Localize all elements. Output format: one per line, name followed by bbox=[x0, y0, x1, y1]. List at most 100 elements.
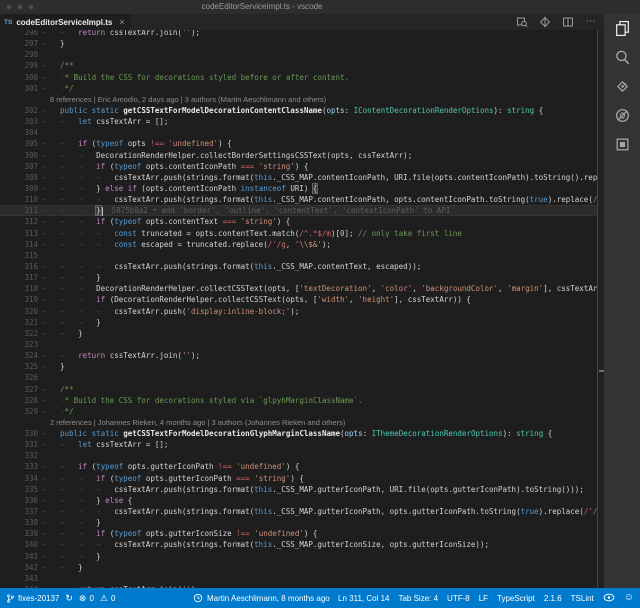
whitespace-tab-arrow: → bbox=[42, 539, 60, 550]
whitespace-tab-arrow: → bbox=[42, 528, 60, 539]
open-preview-button[interactable] bbox=[515, 15, 529, 29]
sidebar-item-explorer[interactable] bbox=[604, 14, 640, 43]
code-row[interactable]: 311→→→} 5875b0a2 • add 'border', 'outlin… bbox=[0, 205, 597, 216]
code-text: →→→→cssTextArr.push(strings.format(this.… bbox=[42, 194, 597, 205]
code-row[interactable]: 342→→} bbox=[0, 562, 597, 573]
code-row[interactable]: 308→→→→cssTextArr.push(strings.format(th… bbox=[0, 172, 597, 183]
whitespace-tab-arrow: → bbox=[60, 194, 78, 205]
code-row[interactable]: 328→·* Build the CSS for decorations sty… bbox=[0, 395, 597, 406]
code-row[interactable]: 325→} bbox=[0, 361, 597, 372]
code-row[interactable]: 327→/** bbox=[0, 384, 597, 395]
line-number: 307 bbox=[0, 161, 38, 172]
code-lines[interactable]: 296→→return cssTextArr.join('');297→}298… bbox=[0, 30, 597, 588]
language-mode-button[interactable]: TypeScript bbox=[497, 594, 535, 603]
line-number: 310 bbox=[0, 194, 38, 205]
code-row[interactable]: 297→} bbox=[0, 38, 597, 49]
code-row[interactable]: 313→→→→const truncated = opts.contentTex… bbox=[0, 228, 597, 239]
code-text: →→→} else if (opts.contentIconPath insta… bbox=[42, 183, 317, 194]
code-row[interactable]: 333→→if (typeof opts.gutterIconPath !== … bbox=[0, 461, 597, 472]
whitespace-tab-arrow: → bbox=[78, 261, 96, 272]
more-actions-button[interactable]: ⋯ bbox=[584, 15, 598, 29]
code-row[interactable]: 316→→→→cssTextArr.push(strings.format(th… bbox=[0, 261, 597, 272]
gitlens-blame-status[interactable]: Martin Aeschlimann, 8 months ago bbox=[193, 593, 330, 603]
tab-code-editor-service-impl[interactable]: TS codeEditorServiceImpl.ts × bbox=[0, 14, 131, 30]
code-row[interactable]: 309→→→} else if (opts.contentIconPath in… bbox=[0, 183, 597, 194]
code-row[interactable]: 302→public static getCSSTextForModelDeco… bbox=[0, 105, 597, 116]
code-row[interactable]: 303→→let cssTextArr = []; bbox=[0, 116, 597, 127]
whitespace-tab-arrow: → bbox=[60, 239, 78, 250]
sidebar-item-extensions[interactable] bbox=[604, 130, 640, 159]
code-row[interactable]: 314→→→→const escaped = truncated.replace… bbox=[0, 239, 597, 250]
preview-icon bbox=[516, 16, 528, 28]
code-row[interactable]: 318→→→DecorationRenderHelper.collectCSST… bbox=[0, 283, 597, 294]
split-editor-button[interactable] bbox=[561, 15, 575, 29]
code-row[interactable]: 331→→let cssTextArr = []; bbox=[0, 439, 597, 450]
watch-button[interactable] bbox=[603, 593, 615, 604]
code-row[interactable]: 310 →→→→cssTextArr.push(strings.format(th… bbox=[0, 194, 597, 205]
feedback-smiley-button[interactable]: ☺ bbox=[624, 593, 634, 603]
whitespace-tab-arrow: → bbox=[96, 239, 114, 250]
code-row[interactable]: 326 bbox=[0, 372, 597, 383]
code-editor[interactable]: 296→→return cssTextArr.join('');297→}298… bbox=[0, 30, 597, 588]
code-row[interactable]: 329→·*/ bbox=[0, 406, 597, 417]
code-row[interactable]: 321→→→} bbox=[0, 317, 597, 328]
codelens-row[interactable]: 8 references | Eric Amodio, 2 days ago |… bbox=[0, 94, 597, 105]
code-row[interactable]: 301→·*/ bbox=[0, 83, 597, 94]
code-row[interactable]: 307→→→if (typeof opts.contentIconPath ==… bbox=[0, 161, 597, 172]
code-row[interactable]: 339→→→if (typeof opts.gutterIconSize !==… bbox=[0, 528, 597, 539]
code-row[interactable]: 315 bbox=[0, 250, 597, 261]
warning-icon: ⚠ bbox=[100, 594, 108, 603]
code-row[interactable]: 324→→return cssTextArr.join(''); bbox=[0, 350, 597, 361]
code-text: →→→DecorationRenderHelper.collectBorderS… bbox=[42, 150, 412, 161]
code-row[interactable]: 300→·* Build the CSS for decorations sty… bbox=[0, 72, 597, 83]
encoding-button[interactable]: UTF-8 bbox=[447, 594, 470, 603]
sync-button[interactable]: ↻ bbox=[65, 594, 73, 603]
whitespace-tab-arrow: → bbox=[42, 384, 60, 395]
line-number: 334 bbox=[0, 473, 38, 484]
code-row[interactable]: 340→→→→cssTextArr.push(strings.format(th… bbox=[0, 539, 597, 550]
whitespace-tab-arrow: → bbox=[78, 161, 96, 172]
cursor-position-button[interactable]: Ln 311, Col 14 bbox=[338, 594, 389, 603]
line-number: 300 bbox=[0, 72, 38, 83]
code-row[interactable]: 304 bbox=[0, 127, 597, 138]
sidebar-item-search[interactable] bbox=[604, 43, 640, 72]
typescript-version-button[interactable]: 2.1.6 bbox=[544, 594, 562, 603]
code-row[interactable]: 336→→→} else { bbox=[0, 495, 597, 506]
code-row[interactable]: 298 bbox=[0, 49, 597, 60]
code-row[interactable]: 299→/** bbox=[0, 60, 597, 71]
code-row[interactable]: 320→→→→cssTextArr.push('display:inline-b… bbox=[0, 306, 597, 317]
code-row[interactable]: 312→→→if (typeof opts.contentText === 's… bbox=[0, 216, 597, 227]
code-row[interactable]: 338→→→} bbox=[0, 517, 597, 528]
whitespace-tab-arrow: → bbox=[60, 484, 78, 495]
line-number: 325 bbox=[0, 361, 38, 372]
code-row[interactable]: 332 bbox=[0, 450, 597, 461]
code-row[interactable]: 334→→→if (typeof opts.gutterIconPath ===… bbox=[0, 473, 597, 484]
code-row[interactable]: 322→→} bbox=[0, 328, 597, 339]
code-row[interactable]: 337→→→→cssTextArr.push(strings.format(th… bbox=[0, 506, 597, 517]
tab-size-button[interactable]: Tab Size: 4 bbox=[398, 594, 438, 603]
tslint-button[interactable]: TSLint bbox=[571, 594, 594, 603]
code-row[interactable]: 296→→return cssTextArr.join(''); bbox=[0, 30, 597, 38]
code-row[interactable]: 341→→→} bbox=[0, 551, 597, 562]
codelens-row[interactable]: 2 references | Johannes Rieken, 4 months… bbox=[0, 417, 597, 428]
code-row[interactable]: 319→→→if (DecorationRenderHelper.collect… bbox=[0, 294, 597, 305]
warnings-button[interactable]: ⚠ 0 bbox=[100, 594, 116, 603]
git-branch-button[interactable]: fixes-20137 bbox=[6, 593, 59, 604]
eol-button[interactable]: LF bbox=[479, 594, 488, 603]
code-row[interactable]: 306→→→DecorationRenderHelper.collectBord… bbox=[0, 150, 597, 161]
code-row[interactable]: 323 bbox=[0, 339, 597, 350]
tab-bar: TS codeEditorServiceImpl.ts × ⋯ bbox=[0, 14, 604, 30]
line-number: 320 bbox=[0, 306, 38, 317]
editor-scrollbar[interactable] bbox=[597, 30, 604, 588]
code-row[interactable]: 343 bbox=[0, 573, 597, 584]
code-row[interactable]: 335→→→→cssTextArr.push(strings.format(th… bbox=[0, 484, 597, 495]
open-changes-button[interactable] bbox=[538, 15, 552, 29]
sidebar-item-debug[interactable] bbox=[604, 101, 640, 130]
errors-button[interactable]: ⊗ 0 bbox=[79, 594, 94, 603]
sidebar-item-source-control[interactable] bbox=[604, 72, 640, 101]
code-row[interactable]: 330→public static getCSSTextForModelDeco… bbox=[0, 428, 597, 439]
close-tab-icon[interactable]: × bbox=[119, 18, 124, 27]
code-row[interactable]: 317→→→} bbox=[0, 272, 597, 283]
code-text: →·*/ bbox=[42, 406, 74, 417]
code-row[interactable]: 305→→if (typeof opts !== 'undefined') { bbox=[0, 138, 597, 149]
